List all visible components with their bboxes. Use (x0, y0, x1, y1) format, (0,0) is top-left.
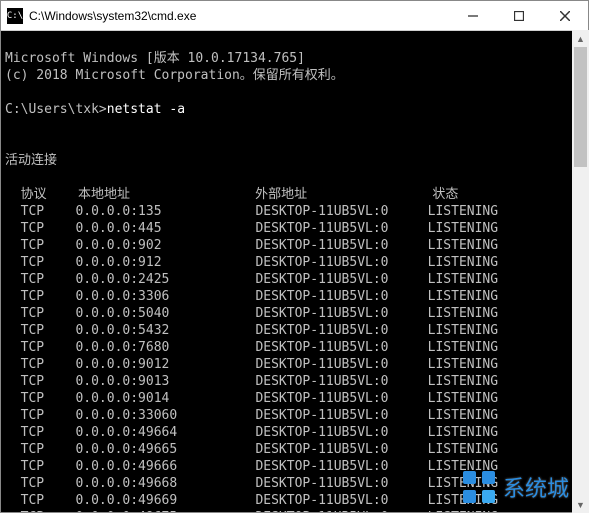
vertical-scrollbar[interactable]: ▲ ▼ (572, 30, 589, 513)
terminal-text: Microsoft Windows [版本 10.0.17134.765] (c… (5, 50, 584, 512)
close-button[interactable] (542, 1, 588, 30)
maximize-button[interactable] (496, 1, 542, 30)
cmd-window: C:\ C:\Windows\system32\cmd.exe Microsof… (0, 0, 589, 513)
window-controls (450, 1, 588, 30)
window-title: C:\Windows\system32\cmd.exe (29, 9, 450, 23)
scroll-up-arrow-icon[interactable]: ▲ (572, 30, 589, 47)
maximize-icon (514, 11, 524, 21)
scroll-down-arrow-icon[interactable]: ▼ (572, 496, 589, 513)
close-icon (560, 11, 570, 21)
titlebar[interactable]: C:\ C:\Windows\system32\cmd.exe (1, 1, 588, 31)
scrollbar-track[interactable] (572, 47, 589, 496)
cmd-icon: C:\ (7, 8, 23, 24)
minimize-button[interactable] (450, 1, 496, 30)
scrollbar-thumb[interactable] (574, 47, 587, 167)
minimize-icon (468, 11, 478, 21)
terminal-output[interactable]: Microsoft Windows [版本 10.0.17134.765] (c… (1, 31, 588, 512)
